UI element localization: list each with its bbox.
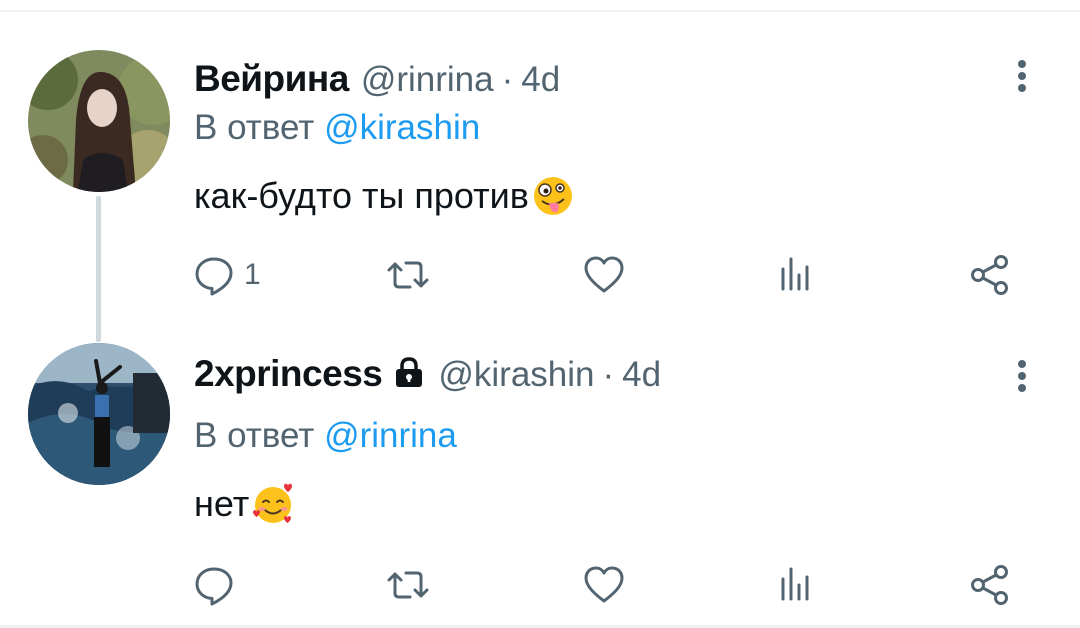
reply-context: В ответ @kirashin: [194, 108, 480, 148]
tweet-actions: 1: [0, 250, 1080, 300]
reply-prefix: В ответ: [194, 416, 325, 455]
user-handle[interactable]: @kirashin: [438, 355, 594, 395]
reply-mention-link[interactable]: @kirashin: [324, 108, 480, 147]
avatar-photo: [28, 343, 170, 485]
stats-icon: [781, 567, 809, 601]
like-button[interactable]: [582, 250, 626, 300]
like-icon: [584, 566, 624, 603]
smiling-face-with-hearts-emoji: [253, 483, 293, 523]
stats-button[interactable]: [774, 250, 818, 300]
reply-mention-link[interactable]: @rinrina: [324, 416, 457, 455]
retweet-icon: [387, 571, 429, 599]
stats-icon: [781, 257, 809, 291]
timestamp[interactable]: 4d: [622, 355, 661, 395]
separator-dot: ·: [602, 355, 615, 394]
retweet-button[interactable]: [386, 250, 430, 300]
more-icon: [1018, 360, 1026, 368]
tweet-text-content: нет: [194, 483, 250, 524]
retweet-icon: [387, 261, 429, 289]
reply-count: 1: [244, 258, 261, 291]
reply-button[interactable]: 1: [192, 250, 261, 300]
avatar[interactable]: [28, 50, 170, 192]
zany-face-emoji: [533, 177, 572, 215]
like-icon: [584, 256, 624, 293]
display-name[interactable]: Вейрина: [194, 58, 349, 100]
like-button[interactable]: [582, 560, 626, 610]
tweet-actions: [0, 560, 1080, 610]
reply-icon: [195, 257, 233, 296]
avatar-photo: [28, 50, 170, 192]
avatar[interactable]: [28, 343, 170, 485]
timestamp[interactable]: 4d: [521, 60, 560, 100]
user-handle[interactable]: @rinrina: [361, 60, 494, 100]
more-options-button[interactable]: [1006, 356, 1038, 396]
separator-dot: ·: [501, 60, 514, 99]
tweet-header: 2xprincess @kirashin · 4d: [194, 352, 661, 395]
share-icon: [971, 565, 1008, 605]
tweet-text: как-будто ты против: [194, 174, 575, 218]
tweet-1[interactable]: Вейрина @rinrina · 4d В ответ @kirashin …: [0, 0, 1080, 342]
share-button[interactable]: [968, 250, 1012, 300]
share-button[interactable]: [968, 560, 1012, 610]
tweet-text: нет: [194, 482, 295, 526]
tweet-text-content: как-будто ты против: [194, 175, 529, 216]
tweet-header: Вейрина @rinrina · 4d: [194, 58, 560, 100]
lock-icon: [396, 357, 423, 387]
reply-context: В ответ @rinrina: [194, 416, 457, 456]
display-name[interactable]: 2xprincess: [194, 353, 383, 395]
reply-prefix: В ответ: [194, 108, 325, 147]
stats-button[interactable]: [774, 560, 818, 610]
reply-button[interactable]: [192, 560, 244, 610]
retweet-button[interactable]: [386, 560, 430, 610]
share-icon: [971, 255, 1008, 295]
tweet-2[interactable]: 2xprincess @kirashin · 4d В ответ @rinri…: [0, 336, 1080, 625]
more-icon: [1018, 60, 1026, 68]
reply-icon: [195, 567, 233, 606]
more-options-button[interactable]: [1006, 56, 1038, 96]
